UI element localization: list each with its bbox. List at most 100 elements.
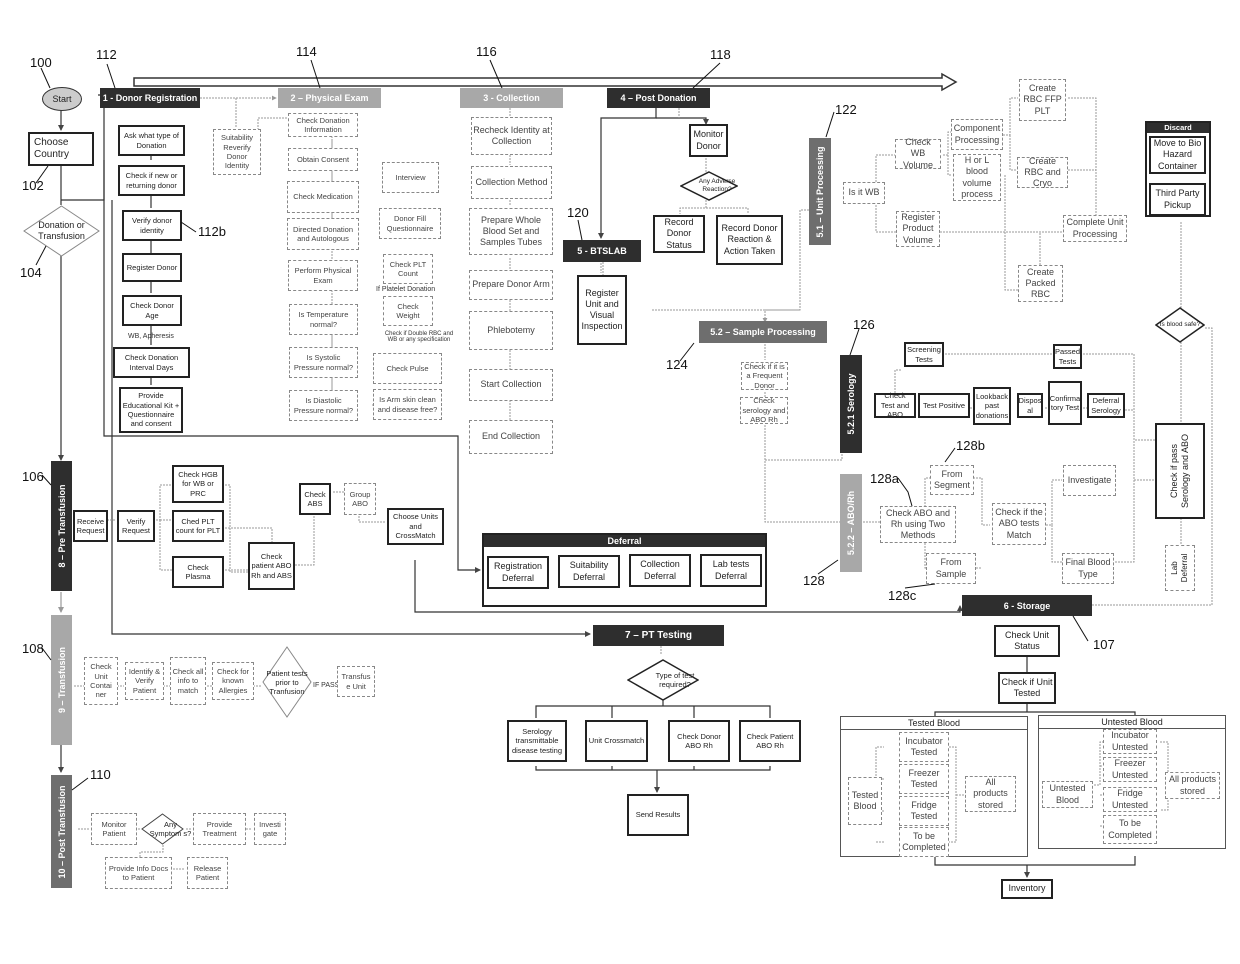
donation-or-transfusion-decision[interactable]: Donation or Transfusion xyxy=(23,205,100,257)
reg-step[interactable]: Check Donor Age xyxy=(122,295,182,326)
untested-storage-item[interactable]: Fridge Untested xyxy=(1103,787,1157,812)
deferral-item[interactable]: Registration Deferral xyxy=(487,556,549,589)
reg-step[interactable]: Check Donation Interval Days xyxy=(113,347,190,378)
stage-post-donation[interactable]: 4 – Post Donation xyxy=(607,88,710,108)
check-known-allergies[interactable]: Check for known Allergies xyxy=(212,662,254,700)
physical-step[interactable]: Is Systolic Pressure normal? xyxy=(289,347,358,378)
check-test-abo[interactable]: Check Test and ABO xyxy=(874,391,916,419)
check-patient-abo-rh-abs[interactable]: Check patient ABO Rh and ABS xyxy=(248,542,295,590)
deferral-item[interactable]: Suitability Deferral xyxy=(558,555,620,588)
tested-blood[interactable]: Tested Blood xyxy=(848,777,882,825)
transfuse-unit[interactable]: Transfus e Unit xyxy=(337,666,375,697)
inventory[interactable]: Inventory xyxy=(1001,879,1053,899)
unit-crossmatch[interactable]: Unit Crossmatch xyxy=(585,720,648,762)
reg-step[interactable]: Ask what type of Donation xyxy=(118,125,185,156)
stage-storage[interactable]: 6 - Storage xyxy=(962,595,1092,616)
all-products-stored-untested[interactable]: All products stored xyxy=(1165,772,1220,799)
any-symptoms-decision[interactable]: Any Symptom s? xyxy=(141,813,191,845)
reg-step[interactable]: Verify donor identity xyxy=(122,210,182,241)
monitor-patient[interactable]: Monitor Patient xyxy=(91,813,137,845)
collection-step[interactable]: Collection Method xyxy=(471,166,552,199)
collection-step[interactable]: Prepare Whole Blood Set and Samples Tube… xyxy=(469,208,553,255)
patient-tests-decision[interactable]: Patient tests prior to Tranfusion xyxy=(262,646,312,718)
check-hgb[interactable]: Check HGB for WB or PRC xyxy=(172,465,224,503)
register-unit-visual-inspection[interactable]: Register Unit and Visual Inspection xyxy=(577,275,627,345)
screening-tests[interactable]: Screening Tests xyxy=(904,342,944,367)
test-positive[interactable]: Test Positive xyxy=(918,393,970,418)
check-unit-container[interactable]: Check Unit Contai ner xyxy=(84,657,118,705)
group-abo[interactable]: Group ABO xyxy=(344,483,376,515)
physical-step[interactable]: Is Diastolic Pressure normal? xyxy=(289,390,358,421)
tested-storage-item[interactable]: Fridge Tested xyxy=(899,796,949,826)
h-or-l-volume-process[interactable]: H or L blood volume process xyxy=(953,154,1001,201)
create-packed-rbc[interactable]: Create Packed RBC xyxy=(1018,265,1063,302)
provide-treatment[interactable]: Provide Treatment xyxy=(193,813,246,845)
investigate-patient[interactable]: Investi gate xyxy=(254,813,286,845)
reg-step[interactable]: Check if new or returning donor xyxy=(118,165,185,196)
deferral-item[interactable]: Lab tests Deferral xyxy=(700,554,762,587)
physical-step[interactable]: Check Medication xyxy=(287,181,359,213)
stage-serology[interactable]: 5.2.1 Serology xyxy=(840,355,862,453)
create-rbc-ffp-plt[interactable]: Create RBC FFP PLT xyxy=(1019,79,1066,121)
third-party-pickup[interactable]: Third Party Pickup xyxy=(1149,183,1206,216)
check-abo-rh-two-methods[interactable]: Check ABO and Rh using Two Methods xyxy=(880,506,956,543)
lab-deferral[interactable]: Lab Deferral xyxy=(1165,545,1195,591)
physical-side-step[interactable]: Is Arm skin clean and disease free? xyxy=(373,389,442,420)
suitability-reverify[interactable]: Suitability Reverify Donor Identity xyxy=(213,129,261,175)
all-products-stored-tested[interactable]: All products stored xyxy=(965,776,1016,812)
physical-side-step[interactable]: Check PLT Count xyxy=(383,254,433,284)
component-processing[interactable]: Component Processing xyxy=(951,119,1003,150)
is-blood-safe-decision[interactable]: Is blood safe? xyxy=(1155,307,1205,343)
tested-storage-item[interactable]: Freezer Tested xyxy=(899,764,949,794)
reg-step[interactable]: Provide Educational Kit + Questionnaire … xyxy=(119,387,183,433)
stage-btslab[interactable]: 5 - BTSLAB xyxy=(563,240,641,262)
stage-abo-rh[interactable]: 5.2.2 – ABO/Rh xyxy=(840,474,862,572)
collection-step[interactable]: Phlebotemy xyxy=(469,311,553,350)
physical-step[interactable]: Is Temperature normal? xyxy=(289,304,358,335)
physical-side-step[interactable]: Check Pulse xyxy=(373,353,442,384)
collection-step[interactable]: Prepare Donor Arm xyxy=(469,270,553,300)
check-patient-abo-rh[interactable]: Check Patient ABO Rh xyxy=(739,720,801,762)
physical-step[interactable]: Obtain Consent xyxy=(288,148,358,171)
passed-tests[interactable]: Passed Tests xyxy=(1053,344,1082,369)
collection-step[interactable]: Start Collection xyxy=(469,369,553,401)
physical-step[interactable]: Perform Physical Exam xyxy=(288,260,358,291)
monitor-donor[interactable]: Monitor Donor xyxy=(689,124,728,157)
stage-physical-exam[interactable]: 2 – Physical Exam xyxy=(278,88,381,108)
move-to-biohazard[interactable]: Move to Bio Hazard Container xyxy=(1149,136,1206,174)
receive-request[interactable]: Receive Request xyxy=(73,510,108,542)
physical-step[interactable]: Directed Donation and Autologous xyxy=(287,218,359,250)
physical-side-step[interactable]: Donor Fill Questionnaire xyxy=(379,208,441,239)
stage-donor-registration[interactable]: 1 - Donor Registration xyxy=(100,88,200,108)
untested-storage-item[interactable]: To be Completed xyxy=(1103,815,1157,844)
choose-units-crossmatch[interactable]: Choose Units and CrossMatch xyxy=(387,508,444,545)
collection-step[interactable]: End Collection xyxy=(469,420,553,454)
disposal[interactable]: Dispos al xyxy=(1017,393,1043,418)
check-wb-volume[interactable]: Check WB Volume xyxy=(895,137,941,170)
is-it-wb[interactable]: Is it WB xyxy=(843,182,885,204)
check-pass-serology-abo[interactable]: Check if pass Serology and ABO xyxy=(1155,423,1205,519)
check-donor-abo-rh[interactable]: Check Donor ABO Rh xyxy=(668,720,730,762)
stage-unit-processing[interactable]: 5.1 – Unit Processing xyxy=(809,138,831,245)
confirmatory-test[interactable]: Confirma tory Test xyxy=(1048,381,1082,425)
physical-side-step[interactable]: Check Weight xyxy=(383,296,433,326)
stage-pre-transfusion[interactable]: 8 – Pre Transfusion xyxy=(51,461,72,591)
adverse-reaction-decision[interactable]: Any Adverse Reaction? xyxy=(680,171,738,201)
record-donor-status[interactable]: Record Donor Status xyxy=(653,215,705,253)
untested-blood[interactable]: Untested Blood xyxy=(1042,781,1093,808)
identify-verify-patient[interactable]: Identify & Verify Patient xyxy=(125,662,164,700)
deferral-serology[interactable]: Deferral Serology xyxy=(1087,393,1125,418)
stage-transfusion[interactable]: 9 – Transfusion xyxy=(51,615,72,745)
check-frequent-donor[interactable]: Check if it is a Frequent Donor xyxy=(741,362,788,390)
final-blood-type[interactable]: Final Blood Type xyxy=(1062,553,1114,584)
untested-storage-item[interactable]: Incubator Untested xyxy=(1103,729,1157,754)
verify-request[interactable]: Verify Request xyxy=(117,510,155,542)
stage-sample-processing[interactable]: 5.2 – Sample Processing xyxy=(699,321,827,343)
check-unit-status[interactable]: Check Unit Status xyxy=(994,625,1060,657)
stage-post-transfusion[interactable]: 10 – Post Transfusion xyxy=(51,775,72,888)
provide-info-docs[interactable]: Provide Info Docs to Patient xyxy=(105,857,172,889)
from-sample[interactable]: From Sample xyxy=(926,553,976,584)
check-if-unit-tested[interactable]: Check if Unit Tested xyxy=(998,672,1056,704)
deferral-item[interactable]: Collection Deferral xyxy=(629,554,691,587)
check-abs[interactable]: Check ABS xyxy=(299,483,331,515)
